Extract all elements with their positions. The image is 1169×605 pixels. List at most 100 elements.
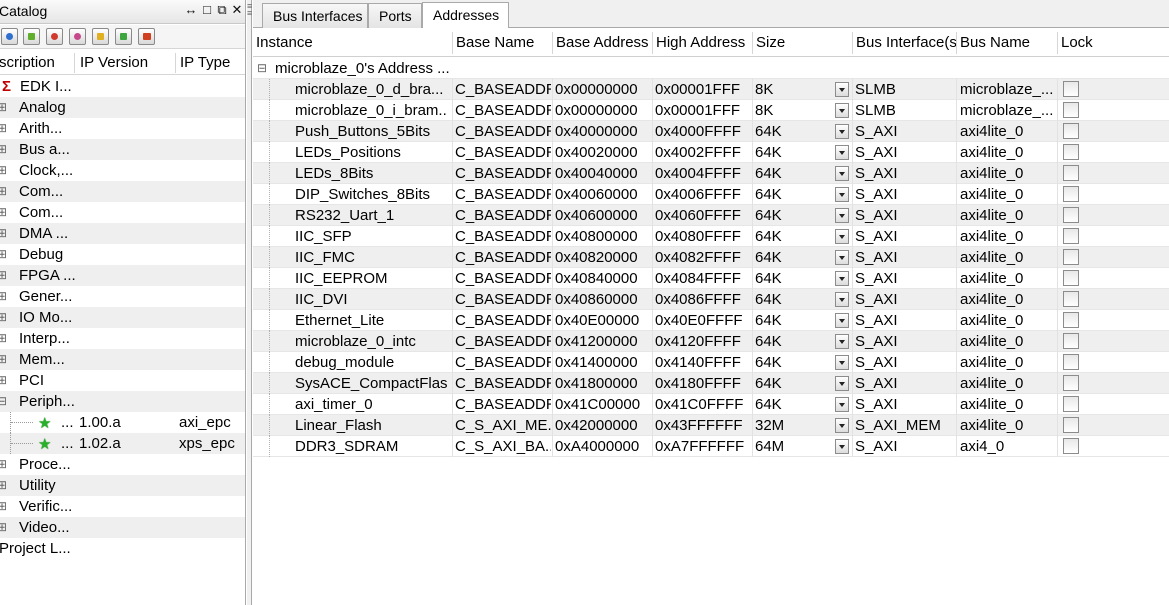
col-lock[interactable]: Lock	[1061, 29, 1121, 57]
base-address-cell[interactable]: 0x00000000	[555, 100, 651, 121]
column-divider[interactable]	[452, 32, 453, 54]
size-dropdown-icon[interactable]	[835, 166, 849, 181]
size-cell[interactable]: 32M	[755, 415, 831, 436]
base-address-cell[interactable]: 0x42000000	[555, 415, 651, 436]
size-cell[interactable]: 64K	[755, 352, 831, 373]
high-address-cell[interactable]: 0x4004FFFF	[655, 163, 751, 184]
high-address-cell[interactable]: 0x4140FFFF	[655, 352, 751, 373]
lock-icon[interactable]	[92, 28, 109, 45]
size-cell[interactable]: 64K	[755, 289, 831, 310]
size-dropdown-icon[interactable]	[835, 313, 849, 328]
refresh-icon[interactable]	[46, 28, 63, 45]
col-base-address[interactable]: Base Address	[556, 29, 652, 57]
base-address-cell[interactable]: 0x41C00000	[555, 394, 651, 415]
catalog-tree-item[interactable]: ⊞ FPGA ...	[0, 265, 245, 286]
lock-checkbox[interactable]	[1063, 228, 1079, 244]
high-address-cell[interactable]: 0x4082FFFF	[655, 247, 751, 268]
lock-checkbox[interactable]	[1063, 207, 1079, 223]
size-dropdown-icon[interactable]	[835, 271, 849, 286]
high-address-cell[interactable]: 0x4060FFFF	[655, 205, 751, 226]
address-row[interactable]: IIC_DVI C_BASEADDR 0x40860000 0x4086FFFF 64K…	[253, 289, 1169, 310]
address-group-row[interactable]: ⊟ microblaze_0's Address ...	[253, 58, 1169, 79]
lock-checkbox[interactable]	[1063, 249, 1079, 265]
column-divider[interactable]	[852, 32, 853, 54]
base-address-cell[interactable]: 0x41800000	[555, 373, 651, 394]
col-base-name[interactable]: Base Name	[456, 29, 552, 57]
size-cell[interactable]: 64K	[755, 142, 831, 163]
expand-icon[interactable]: ⊞	[0, 475, 7, 496]
address-row[interactable]: Ethernet_Lite C_BASEADDR 0x40E00000 0x40E0F…	[253, 310, 1169, 331]
base-address-cell[interactable]: 0x40860000	[555, 289, 651, 310]
panel-splitter[interactable]: ≡ ≡	[247, 0, 252, 605]
catalog-tree-item[interactable]: ⊞ IO Mo...	[0, 307, 245, 328]
lock-checkbox[interactable]	[1063, 144, 1079, 160]
size-cell[interactable]: 8K	[755, 100, 831, 121]
expand-icon[interactable]: ⊞	[0, 118, 7, 139]
base-address-cell[interactable]: 0x00000000	[555, 79, 651, 100]
catalog-tree-item[interactable]: ⊟ Periph...	[0, 391, 245, 412]
address-row[interactable]: Linear_Flash C_S_AXI_ME... 0x42000000 0x43F…	[253, 415, 1169, 436]
address-row[interactable]: Push_Buttons_5Bits C_BASEADDR 0x40000000 0x…	[253, 121, 1169, 142]
expand-icon[interactable]: ⊞	[0, 517, 7, 538]
base-address-cell[interactable]: 0x40600000	[555, 205, 651, 226]
size-dropdown-icon[interactable]	[835, 355, 849, 370]
collapse-icon[interactable]: ⊟	[257, 58, 267, 79]
high-address-cell[interactable]: 0x4080FFFF	[655, 226, 751, 247]
expand-icon[interactable]: ⊞	[0, 454, 7, 475]
size-dropdown-icon[interactable]	[835, 439, 849, 454]
collapse-icon[interactable]: ⊟	[0, 391, 7, 412]
col-ip-type[interactable]: IP Type	[180, 51, 244, 75]
high-address-cell[interactable]: 0x00001FFF	[655, 100, 751, 121]
high-address-cell[interactable]: 0x4000FFFF	[655, 121, 751, 142]
col-ip-version[interactable]: IP Version	[80, 51, 175, 75]
catalog-tree-item[interactable]: ⊞ Com...	[0, 181, 245, 202]
high-address-cell[interactable]: 0x4086FFFF	[655, 289, 751, 310]
lock-checkbox[interactable]	[1063, 417, 1079, 433]
address-row[interactable]: LEDs_Positions C_BASEADDR 0x40020000 0x4002…	[253, 142, 1169, 163]
expand-icon[interactable]: ⊞	[0, 244, 7, 265]
address-row[interactable]: IIC_FMC C_BASEADDR 0x40820000 0x4082FFFF 64K…	[253, 247, 1169, 268]
column-divider[interactable]	[1057, 32, 1058, 54]
high-address-cell[interactable]: 0x40E0FFFF	[655, 310, 751, 331]
catalog-ip-row[interactable]: ★... 1.02.a xps_epc	[0, 433, 245, 454]
base-address-cell[interactable]: 0x40040000	[555, 163, 651, 184]
size-cell[interactable]: 64K	[755, 226, 831, 247]
base-address-cell[interactable]: 0x40060000	[555, 184, 651, 205]
maximize-icon[interactable]: □	[200, 2, 214, 18]
catalog-tree-item[interactable]: ⊞ Bus a...	[0, 139, 245, 160]
base-address-cell[interactable]: 0x40840000	[555, 268, 651, 289]
expand-icon[interactable]: ⊞	[0, 97, 7, 118]
base-address-cell[interactable]: 0x40020000	[555, 142, 651, 163]
catalog-tree-item[interactable]: ⊞ Arith...	[0, 118, 245, 139]
tab-bus-interfaces[interactable]: Bus Interfaces	[262, 3, 368, 28]
base-address-cell[interactable]: 0x41200000	[555, 331, 651, 352]
lock-checkbox[interactable]	[1063, 333, 1079, 349]
size-cell[interactable]: 64M	[755, 436, 831, 457]
size-cell[interactable]: 8K	[755, 79, 831, 100]
base-address-cell[interactable]: 0x41400000	[555, 352, 651, 373]
catalog-tree-item[interactable]: ⊞ Gener...	[0, 286, 245, 307]
catalog-tree-item[interactable]: ⊞ Com...	[0, 202, 245, 223]
address-row[interactable]: microblaze_0_intc C_BASEADDR 0x41200000 0x4…	[253, 331, 1169, 352]
expand-icon[interactable]: ⊞	[0, 370, 7, 391]
lock-checkbox[interactable]	[1063, 375, 1079, 391]
lock-checkbox[interactable]	[1063, 354, 1079, 370]
add-repository-icon[interactable]	[23, 28, 40, 45]
size-dropdown-icon[interactable]	[835, 397, 849, 412]
size-dropdown-icon[interactable]	[835, 82, 849, 97]
catalog-tree-item[interactable]: ⊞ Interp...	[0, 328, 245, 349]
size-dropdown-icon[interactable]	[835, 187, 849, 202]
expand-icon[interactable]: ⊞	[0, 307, 7, 328]
size-cell[interactable]: 64K	[755, 205, 831, 226]
size-cell[interactable]: 64K	[755, 247, 831, 268]
column-divider[interactable]	[652, 32, 653, 54]
col-bus-name[interactable]: Bus Name	[960, 29, 1060, 57]
size-cell[interactable]: 64K	[755, 268, 831, 289]
size-dropdown-icon[interactable]	[835, 334, 849, 349]
config-icon[interactable]	[69, 28, 86, 45]
size-dropdown-icon[interactable]	[835, 250, 849, 265]
size-dropdown-icon[interactable]	[835, 208, 849, 223]
tab-ports[interactable]: Ports	[368, 3, 422, 28]
high-address-cell[interactable]: 0x00001FFF	[655, 79, 751, 100]
col-description[interactable]: scription	[0, 51, 75, 75]
